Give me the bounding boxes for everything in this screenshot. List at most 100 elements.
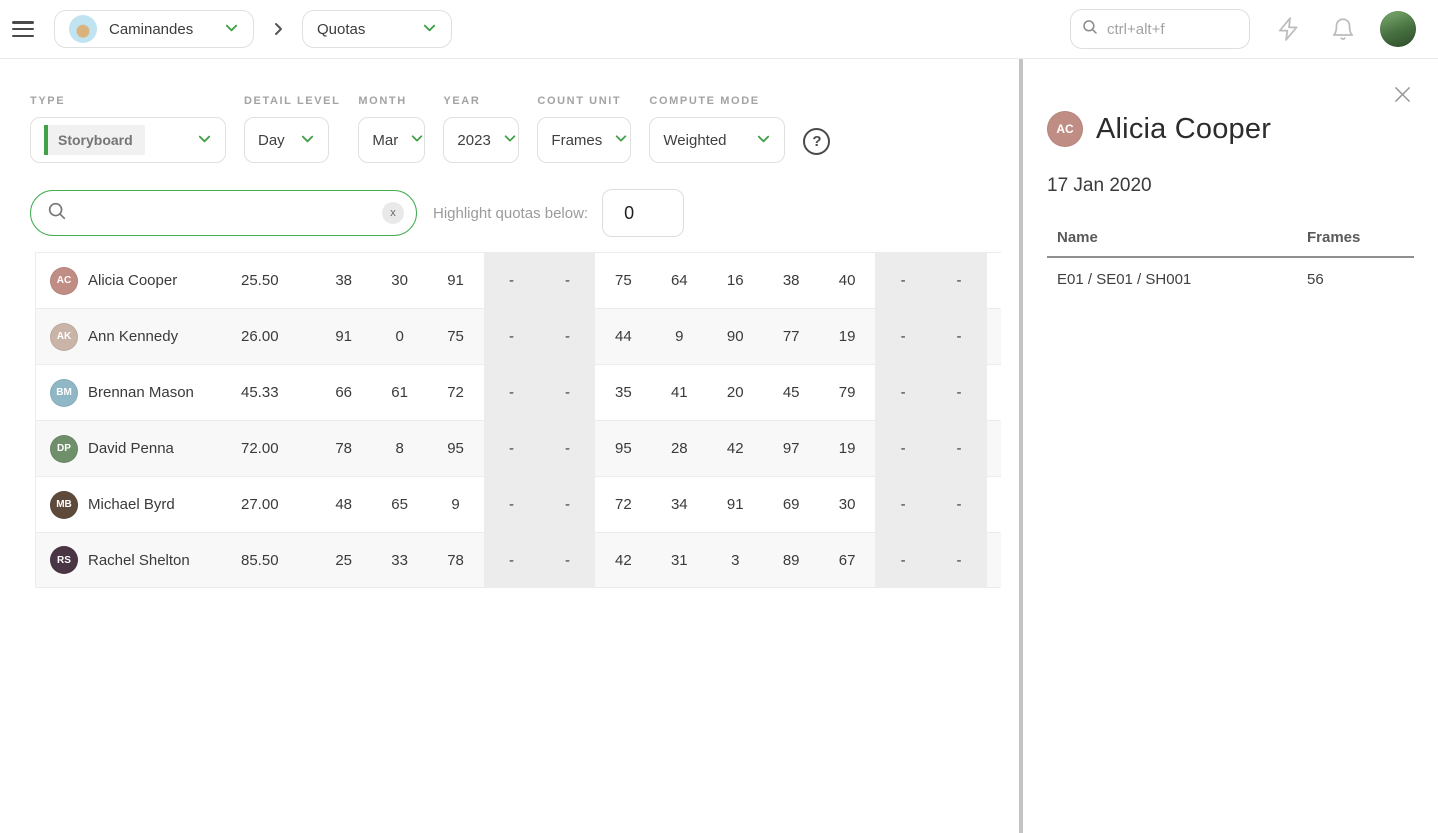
day-quota-cell[interactable]: 44 bbox=[595, 309, 651, 364]
average-quota-cell[interactable]: 25.50 bbox=[232, 253, 288, 308]
weekend-day-cell[interactable]: - bbox=[875, 365, 931, 420]
day-quota-cell[interactable]: 91 bbox=[707, 477, 763, 532]
day-quota-cell[interactable]: 72 bbox=[595, 477, 651, 532]
day-quota-cell[interactable]: 42 bbox=[707, 421, 763, 476]
day-quota-cell[interactable]: 42 bbox=[595, 533, 651, 587]
day-quota-cell[interactable]: 30 bbox=[819, 477, 875, 532]
person-name-cell[interactable]: DPDavid Penna bbox=[36, 421, 232, 476]
average-quota-cell[interactable]: 45.33 bbox=[232, 365, 288, 420]
day-quota-cell[interactable]: 48 bbox=[316, 477, 372, 532]
weekend-day-cell[interactable]: - bbox=[931, 365, 987, 420]
day-quota-cell[interactable]: 3 bbox=[707, 533, 763, 587]
day-quota-cell[interactable]: 97 bbox=[763, 421, 819, 476]
day-quota-cell[interactable]: 77 bbox=[763, 309, 819, 364]
global-search-input[interactable] bbox=[1107, 21, 1239, 38]
day-quota-cell[interactable]: 95 bbox=[595, 421, 651, 476]
day-quota-cell[interactable]: 75 bbox=[595, 253, 651, 308]
day-quota-cell[interactable]: 8 bbox=[372, 421, 428, 476]
quota-search-input[interactable] bbox=[76, 205, 374, 222]
day-quota-cell[interactable]: 9 bbox=[651, 309, 707, 364]
day-quota-cell[interactable]: 69 bbox=[763, 477, 819, 532]
day-quota-cell[interactable]: 38 bbox=[763, 253, 819, 308]
help-icon[interactable]: ? bbox=[803, 128, 830, 155]
average-quota-cell[interactable]: 27.00 bbox=[232, 477, 288, 532]
weekend-day-cell[interactable]: - bbox=[931, 477, 987, 532]
day-quota-cell[interactable]: 25 bbox=[316, 533, 372, 587]
person-name-cell[interactable]: RSRachel Shelton bbox=[36, 533, 232, 587]
production-select[interactable]: Caminandes bbox=[54, 10, 254, 48]
day-quota-cell[interactable]: 31 bbox=[651, 533, 707, 587]
year-select[interactable]: 2023 bbox=[443, 117, 519, 163]
day-quota-cell[interactable]: 89 bbox=[763, 533, 819, 587]
day-quota-cell[interactable]: 40 bbox=[819, 253, 875, 308]
day-quota-cell[interactable]: 66 bbox=[316, 365, 372, 420]
day-quota-cell[interactable]: 19 bbox=[819, 421, 875, 476]
weekend-day-cell[interactable]: - bbox=[931, 421, 987, 476]
day-quota-cell[interactable]: 20 bbox=[707, 365, 763, 420]
table-row[interactable]: AKAnn Kennedy26.0091075--449907719-- bbox=[36, 308, 1001, 364]
day-quota-cell[interactable]: 72 bbox=[428, 365, 484, 420]
weekend-day-cell[interactable]: - bbox=[539, 253, 595, 308]
day-quota-cell[interactable]: 38 bbox=[316, 253, 372, 308]
weekend-day-cell[interactable]: - bbox=[539, 477, 595, 532]
weekend-day-cell[interactable]: - bbox=[875, 533, 931, 587]
weekend-day-cell[interactable]: - bbox=[484, 365, 540, 420]
day-quota-cell[interactable]: 28 bbox=[651, 421, 707, 476]
day-quota-cell[interactable]: 9 bbox=[428, 477, 484, 532]
day-quota-cell[interactable]: 34 bbox=[651, 477, 707, 532]
menu-icon[interactable] bbox=[12, 21, 34, 37]
count-unit-select[interactable]: Frames bbox=[537, 117, 631, 163]
weekend-day-cell[interactable]: - bbox=[875, 421, 931, 476]
day-quota-cell[interactable]: 78 bbox=[316, 421, 372, 476]
day-quota-cell[interactable]: 91 bbox=[316, 309, 372, 364]
weekend-day-cell[interactable]: - bbox=[539, 365, 595, 420]
month-select[interactable]: Mar bbox=[358, 117, 425, 163]
day-quota-cell[interactable]: 75 bbox=[428, 309, 484, 364]
weekend-day-cell[interactable]: - bbox=[931, 533, 987, 587]
average-quota-cell[interactable]: 26.00 bbox=[232, 309, 288, 364]
timesheet-zap-icon[interactable] bbox=[1276, 16, 1302, 42]
person-name-cell[interactable]: ACAlicia Cooper bbox=[36, 253, 232, 308]
type-select[interactable]: Storyboard bbox=[30, 117, 226, 163]
notifications-bell-icon[interactable] bbox=[1330, 16, 1356, 42]
close-icon[interactable] bbox=[1393, 85, 1412, 109]
weekend-day-cell[interactable]: - bbox=[875, 309, 931, 364]
day-quota-cell[interactable]: 45 bbox=[763, 365, 819, 420]
weekend-day-cell[interactable]: - bbox=[484, 253, 540, 308]
day-quota-cell[interactable]: 19 bbox=[819, 309, 875, 364]
user-avatar[interactable] bbox=[1380, 11, 1416, 47]
day-quota-cell[interactable]: 61 bbox=[372, 365, 428, 420]
clear-search-button[interactable]: x bbox=[382, 202, 404, 224]
weekend-day-cell[interactable]: - bbox=[484, 309, 540, 364]
day-quota-cell[interactable]: 35 bbox=[595, 365, 651, 420]
day-quota-cell[interactable]: 91 bbox=[428, 253, 484, 308]
person-name-cell[interactable]: MBMichael Byrd bbox=[36, 477, 232, 532]
table-row[interactable]: ACAlicia Cooper25.50383091--7564163840-- bbox=[36, 252, 1001, 308]
person-name-cell[interactable]: AKAnn Kennedy bbox=[36, 309, 232, 364]
day-quota-cell[interactable]: 67 bbox=[819, 533, 875, 587]
day-quota-cell[interactable]: 95 bbox=[428, 421, 484, 476]
weekend-day-cell[interactable]: - bbox=[539, 421, 595, 476]
section-select[interactable]: Quotas bbox=[302, 10, 452, 48]
weekend-day-cell[interactable]: - bbox=[484, 533, 540, 587]
average-quota-cell[interactable]: 72.00 bbox=[232, 421, 288, 476]
day-quota-cell[interactable]: 79 bbox=[819, 365, 875, 420]
weekend-day-cell[interactable]: - bbox=[875, 477, 931, 532]
weekend-day-cell[interactable]: - bbox=[931, 309, 987, 364]
table-row[interactable]: BMBrennan Mason45.33666172--3541204579-- bbox=[36, 364, 1001, 420]
day-quota-cell[interactable]: 64 bbox=[651, 253, 707, 308]
day-quota-cell[interactable]: 30 bbox=[372, 253, 428, 308]
day-quota-cell[interactable]: 90 bbox=[707, 309, 763, 364]
weekend-day-cell[interactable]: - bbox=[539, 533, 595, 587]
day-quota-cell[interactable]: 78 bbox=[428, 533, 484, 587]
day-quota-cell[interactable]: 41 bbox=[651, 365, 707, 420]
day-quota-cell[interactable]: 65 bbox=[372, 477, 428, 532]
weekend-day-cell[interactable]: - bbox=[484, 477, 540, 532]
day-quota-cell[interactable]: 0 bbox=[372, 309, 428, 364]
weekend-day-cell[interactable]: - bbox=[875, 253, 931, 308]
table-row[interactable]: RSRachel Shelton85.50253378--423138967-- bbox=[36, 532, 1001, 588]
day-quota-cell[interactable]: 33 bbox=[372, 533, 428, 587]
highlight-threshold-input[interactable] bbox=[602, 189, 684, 237]
detail-level-select[interactable]: Day bbox=[244, 117, 329, 163]
compute-mode-select[interactable]: Weighted bbox=[649, 117, 785, 163]
